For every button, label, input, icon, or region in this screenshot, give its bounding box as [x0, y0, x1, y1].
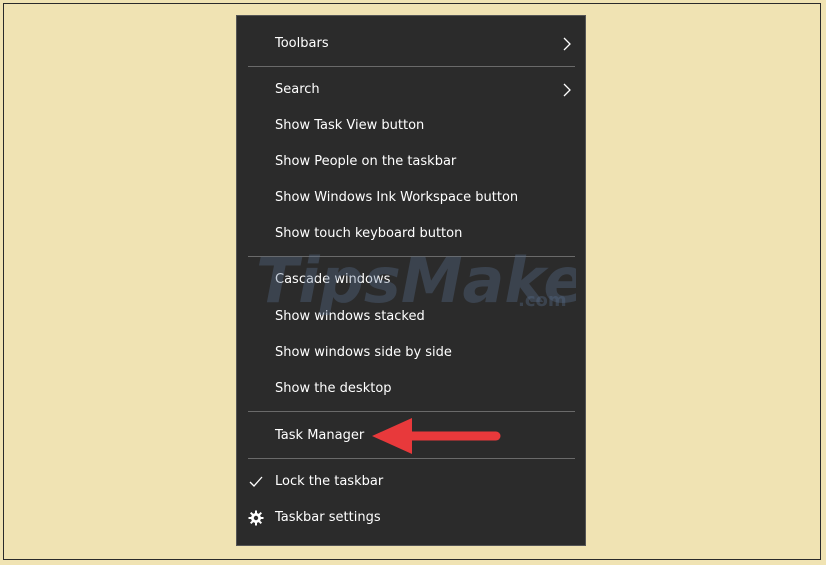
menu-item-label: Show touch keyboard button	[275, 226, 463, 241]
menu-item-label: Lock the taskbar	[275, 474, 384, 489]
menu-item-show-people[interactable]: Show People on the taskbar	[237, 144, 585, 180]
menu-item-show-desktop[interactable]: Show the desktop	[237, 371, 585, 407]
menu-item-show-touch-keyboard[interactable]: Show touch keyboard button	[237, 216, 585, 252]
menu-item-cascade-windows[interactable]: Cascade windows	[237, 262, 585, 298]
menu-separator	[248, 411, 575, 412]
menu-item-label: Show People on the taskbar	[275, 154, 457, 169]
chevron-right-icon	[563, 83, 571, 97]
menu-item-search[interactable]: Search	[237, 72, 585, 108]
menu-item-windows-side-by-side[interactable]: Show windows side by side	[237, 335, 585, 371]
menu-separator	[248, 66, 575, 67]
menu-item-label: Show the desktop	[275, 381, 392, 396]
gear-icon	[248, 510, 264, 526]
menu-item-windows-stacked[interactable]: Show windows stacked	[237, 299, 585, 335]
checkmark-icon	[249, 476, 263, 487]
menu-separator	[248, 256, 575, 257]
arrow-left-icon	[372, 418, 501, 454]
menu-item-show-ink-workspace[interactable]: Show Windows Ink Workspace button	[237, 180, 585, 216]
menu-item-label: Cascade windows	[275, 272, 391, 287]
menu-item-label: Taskbar settings	[275, 510, 381, 525]
menu-item-label: Toolbars	[275, 36, 329, 51]
menu-item-label: Show windows side by side	[275, 345, 452, 360]
menu-item-toolbars[interactable]: Toolbars	[237, 26, 585, 62]
menu-item-label: Show Task View button	[275, 118, 425, 133]
menu-item-lock-taskbar[interactable]: Lock the taskbar	[237, 464, 585, 500]
menu-item-label: Show windows stacked	[275, 309, 425, 324]
chevron-right-icon	[563, 37, 571, 51]
taskbar-context-menu: Toolbars Search Show Task View button Sh…	[236, 15, 586, 546]
menu-item-label: Search	[275, 82, 320, 97]
menu-item-label: Show Windows Ink Workspace button	[275, 190, 519, 205]
menu-separator	[248, 458, 575, 459]
menu-item-label: Task Manager	[275, 428, 365, 443]
menu-item-taskbar-settings[interactable]: Taskbar settings	[237, 500, 585, 536]
menu-item-show-task-view[interactable]: Show Task View button	[237, 108, 585, 144]
